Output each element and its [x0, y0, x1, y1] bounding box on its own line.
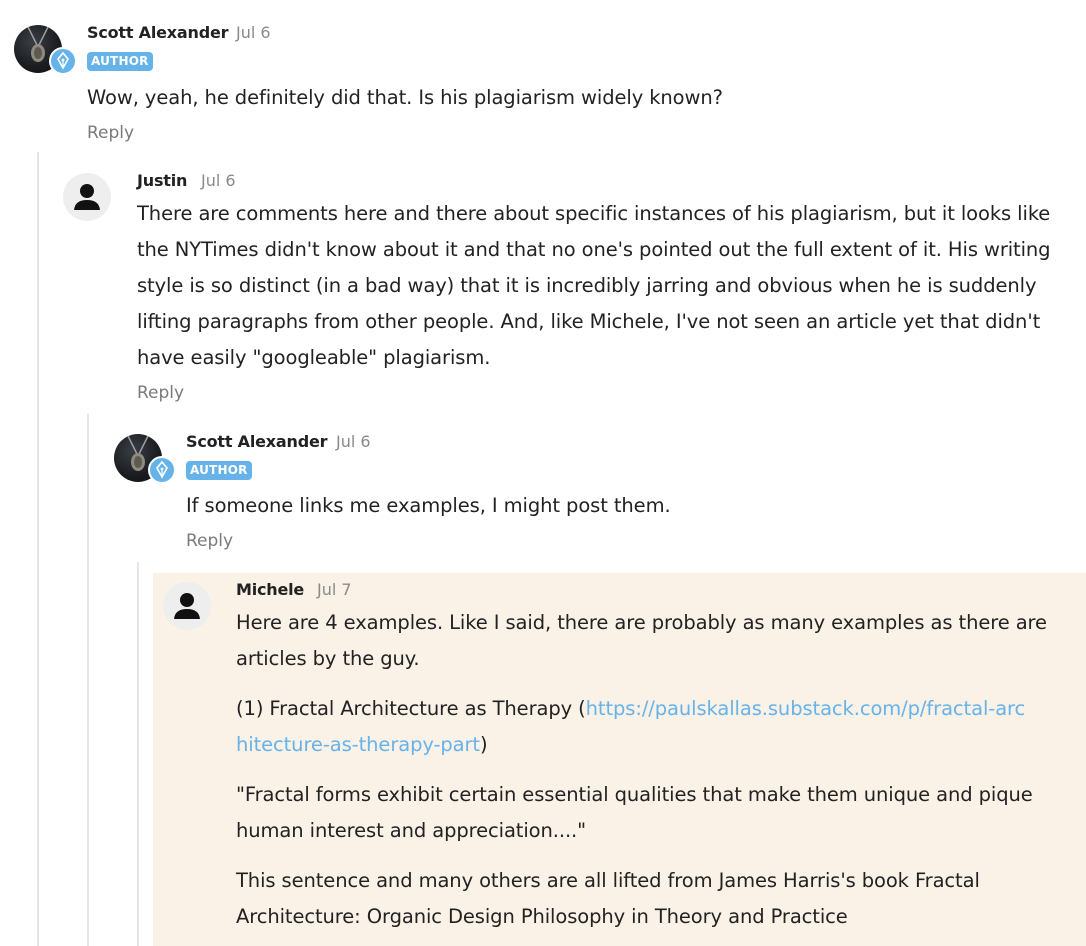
- comment-author-name[interactable]: Scott Alexander: [186, 432, 327, 451]
- user-silhouette-icon: [74, 184, 100, 210]
- comment-body: Wow, yeah, he definitely did that. Is hi…: [87, 86, 723, 109]
- fountain-pen-icon: [148, 456, 176, 484]
- comment-author-name[interactable]: Michele: [236, 580, 304, 599]
- paragraph-text: (1) Fractal Architecture as Therapy (: [236, 697, 586, 720]
- thread-line-level-2: [87, 414, 89, 946]
- reply-button[interactable]: Reply: [137, 383, 184, 403]
- paragraph-text: ): [479, 733, 488, 756]
- comment-paragraph: "Fractal forms exhibit certain essential…: [236, 783, 1033, 842]
- comment-paragraph: This sentence and many others are all li…: [236, 869, 980, 928]
- comment-body: There are comments here and there about …: [137, 202, 1051, 369]
- author-badge: AUTHOR: [87, 52, 153, 71]
- comment-paragraph: Here are 4 examples. Like I said, there …: [236, 611, 1047, 670]
- reply-button[interactable]: Reply: [87, 123, 134, 143]
- reply-button[interactable]: Reply: [186, 531, 233, 551]
- comment-date[interactable]: Jul 6: [336, 432, 371, 451]
- comment-body: If someone links me examples, I might po…: [186, 494, 671, 517]
- comment-author-name[interactable]: Scott Alexander: [87, 23, 228, 42]
- author-badge: AUTHOR: [186, 461, 252, 480]
- thread-line-level-3: [137, 562, 139, 946]
- avatar[interactable]: [63, 173, 111, 221]
- comment-date[interactable]: Jul 6: [236, 23, 271, 42]
- comment-date[interactable]: Jul 7: [317, 580, 352, 599]
- avatar[interactable]: [163, 582, 211, 630]
- user-silhouette-icon: [174, 593, 200, 619]
- comment-author-name[interactable]: Justin: [137, 171, 187, 190]
- thread-line-level-1: [37, 152, 39, 946]
- comment-date[interactable]: Jul 6: [201, 171, 236, 190]
- fountain-pen-icon: [49, 47, 77, 75]
- comment-paragraph: (1) Fractal Architecture as Therapy (htt…: [236, 691, 1036, 763]
